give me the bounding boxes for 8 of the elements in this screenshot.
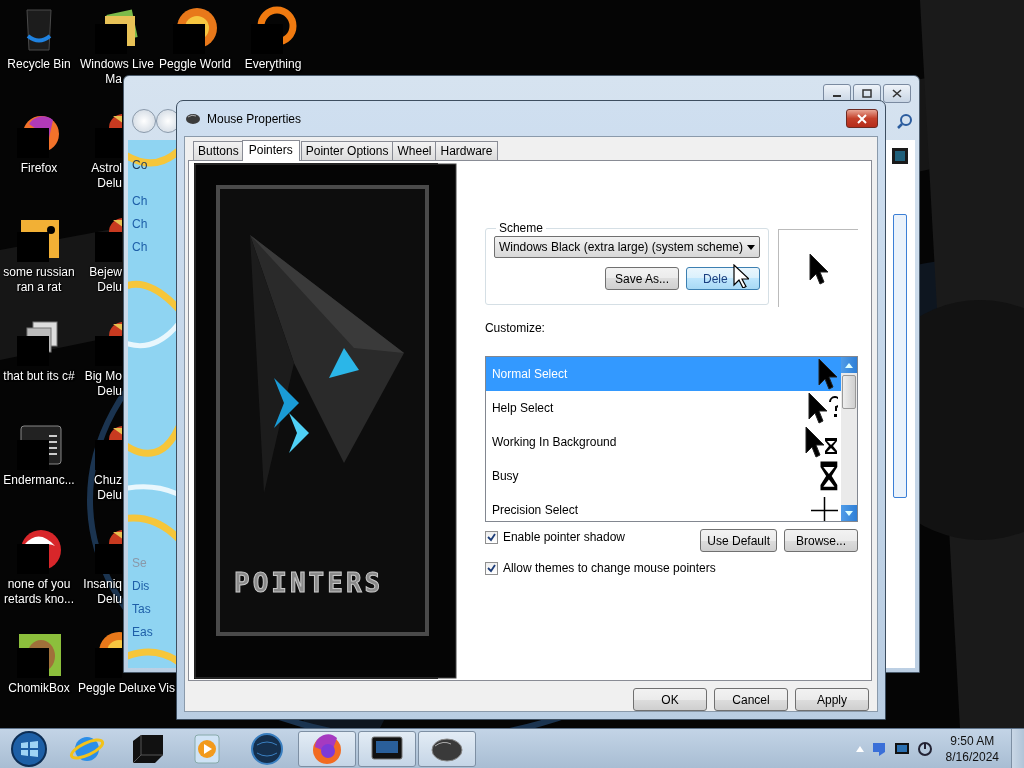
taskbar-button[interactable]	[358, 730, 416, 767]
clock-date: 8/16/2024	[945, 748, 999, 765]
taskbar-button[interactable]	[418, 730, 476, 767]
monitor-icon[interactable]	[893, 741, 910, 756]
clock[interactable]: 9:50 AM 8/16/2024	[945, 732, 999, 765]
clock-time: 9:50 AM	[950, 732, 995, 749]
chat-icon[interactable]	[870, 740, 887, 757]
start-button[interactable]	[10, 729, 48, 768]
